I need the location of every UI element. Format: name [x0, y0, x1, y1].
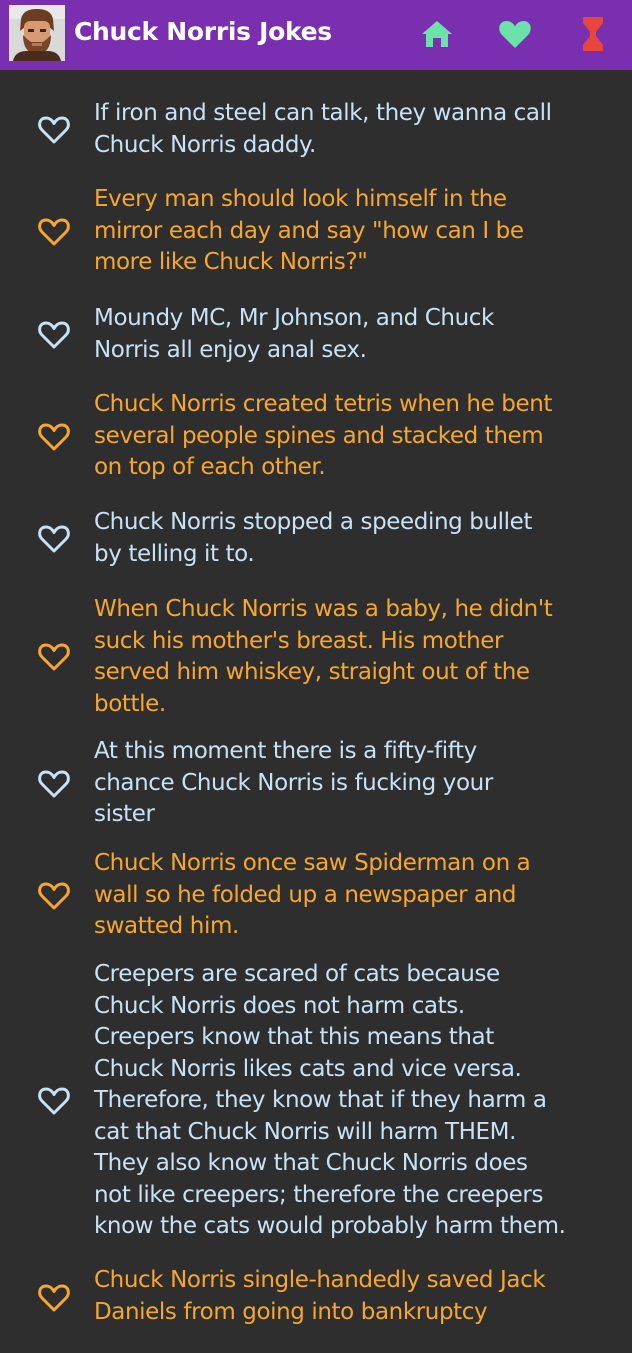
- joke-text: Chuck Norris stopped a speeding bullet b…: [94, 509, 532, 567]
- joke-text: Moundy MC, Mr Johnson, and Chuck Norris …: [94, 305, 494, 363]
- joke-text: Creepers are scared of cats because Chuc…: [94, 961, 566, 1239]
- heart-outline-icon: [38, 218, 70, 246]
- favorite-toggle-button[interactable]: [36, 1083, 72, 1119]
- heart-outline-icon: [38, 321, 70, 349]
- heart-outline-icon: [38, 643, 70, 671]
- heart-outline-icon: [38, 116, 70, 144]
- favorite-toggle-button[interactable]: [36, 1280, 72, 1316]
- home-button[interactable]: [415, 12, 459, 56]
- heart-outline-icon: [38, 1284, 70, 1312]
- joke-text: If iron and steel can talk, they wanna c…: [94, 100, 552, 158]
- favorite-toggle-button[interactable]: [36, 878, 72, 914]
- favorite-toggle-button[interactable]: [36, 766, 72, 802]
- heart-outline-icon: [38, 525, 70, 553]
- favorite-toggle-button[interactable]: [36, 214, 72, 250]
- joke-text: Chuck Norris single-handedly saved Jack …: [94, 1267, 546, 1325]
- joke-text: Chuck Norris created tetris when he bent…: [94, 391, 553, 480]
- chuck-norris-avatar: [9, 5, 65, 61]
- hourglass-icon: [583, 17, 603, 51]
- joke-text: Every man should look himself in the mir…: [94, 186, 524, 275]
- heart-outline-icon: [38, 882, 70, 910]
- favorite-toggle-button[interactable]: [36, 112, 72, 148]
- avatar-image: [9, 5, 65, 61]
- favorite-toggle-button[interactable]: [36, 419, 72, 455]
- joke-text: At this moment there is a fifty-fifty ch…: [94, 738, 493, 827]
- favorite-toggle-button[interactable]: [36, 521, 72, 557]
- favorite-toggle-button[interactable]: [36, 317, 72, 353]
- heart-outline-icon: [38, 423, 70, 451]
- heart-outline-icon: [38, 1087, 70, 1115]
- heart-filled-icon: [499, 21, 531, 48]
- heart-outline-icon: [38, 770, 70, 798]
- app-bar: Chuck Norris Jokes: [0, 0, 632, 70]
- joke-text: Chuck Norris once saw Spiderman on a wal…: [94, 850, 531, 939]
- home-icon: [422, 21, 452, 47]
- recent-button[interactable]: [571, 12, 615, 56]
- app-title: Chuck Norris Jokes: [74, 17, 332, 46]
- favorite-toggle-button[interactable]: [36, 639, 72, 675]
- joke-text: When Chuck Norris was a baby, he didn't …: [94, 596, 553, 717]
- favorites-button[interactable]: [493, 12, 537, 56]
